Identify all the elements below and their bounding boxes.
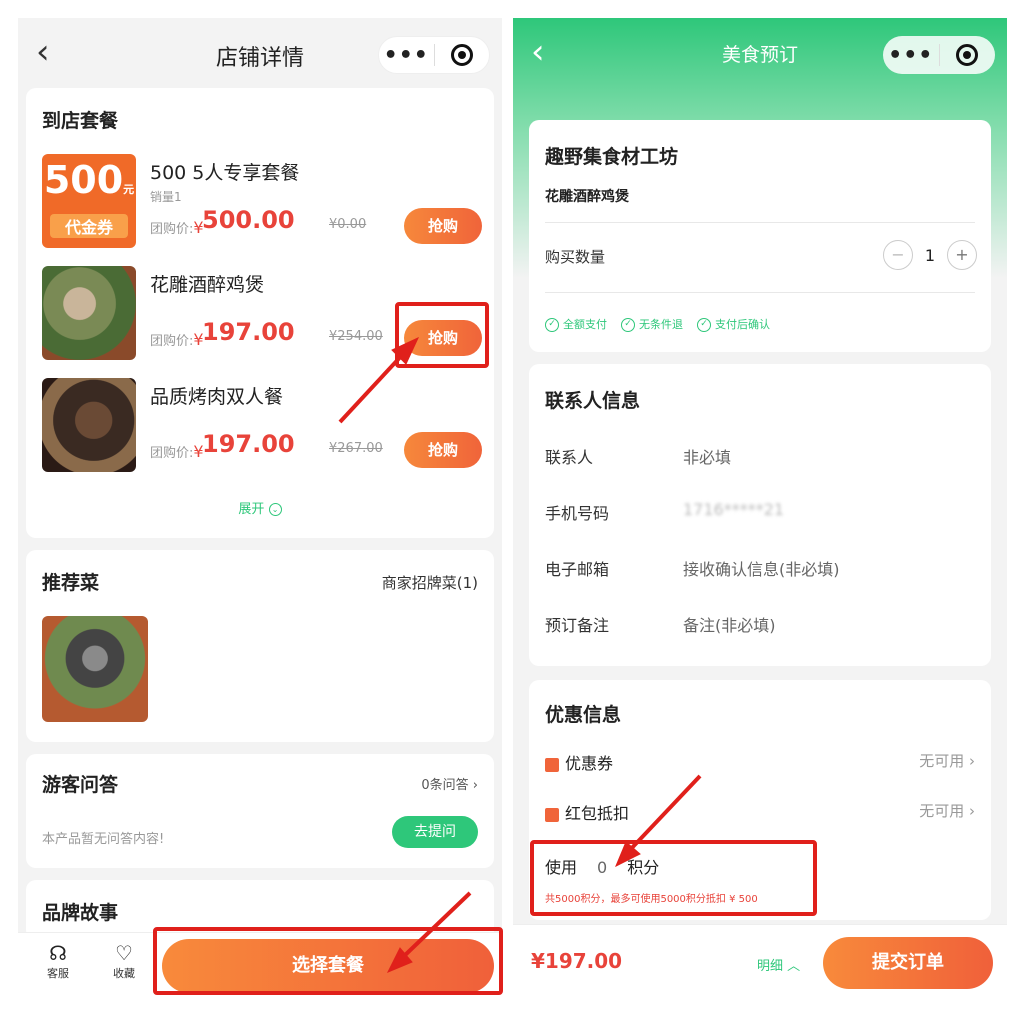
annotation-arrows <box>338 336 702 973</box>
arrow-line <box>626 774 702 854</box>
arrow-line <box>400 891 472 960</box>
arrow-line <box>338 350 407 424</box>
